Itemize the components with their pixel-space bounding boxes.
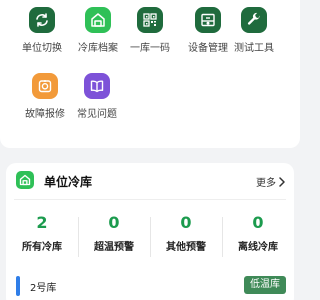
cold-storage-section: 单位冷库 更多 2 所有冷库 0 超温预警 0 其他预警 0 离线冷库 2号库 … bbox=[6, 163, 294, 300]
grid-item-unit-switch[interactable]: 单位切换 bbox=[14, 7, 70, 54]
grid-item-fault-repair[interactable]: 故障报修 bbox=[17, 73, 73, 120]
more-link[interactable]: 更多 bbox=[256, 174, 286, 189]
grid-item-label: 一库一码 bbox=[130, 43, 170, 54]
stat-label: 所有冷库 bbox=[22, 242, 62, 253]
divider bbox=[14, 199, 286, 200]
grid-item-label: 冷库档案 bbox=[78, 43, 118, 54]
function-grid-card: 单位切换 冷库档案 一库一码 设备管理 测试工具 故障报修 常见问题 bbox=[0, 0, 300, 148]
wrench-icon bbox=[241, 7, 267, 33]
device-icon bbox=[195, 7, 221, 33]
grid-item-label: 故障报修 bbox=[25, 109, 65, 120]
stats-row: 2 所有冷库 0 超温预警 0 其他预警 0 离线冷库 bbox=[6, 213, 294, 261]
more-label: 更多 bbox=[256, 178, 276, 189]
chevron-right-icon bbox=[279, 176, 285, 187]
grid-item-label: 常见问题 bbox=[77, 109, 117, 120]
accent-bar bbox=[16, 276, 20, 296]
grid-item-faq[interactable]: 常见问题 bbox=[69, 73, 125, 120]
stat-other-warning[interactable]: 0 其他预警 bbox=[150, 213, 222, 261]
storage-type-badge: 低温库 bbox=[244, 276, 286, 294]
stat-label: 其他预警 bbox=[166, 242, 206, 253]
storage-list-item[interactable]: 2号库 低温库 bbox=[14, 274, 286, 296]
stat-offline-storage[interactable]: 0 离线冷库 bbox=[222, 213, 294, 261]
repair-icon bbox=[32, 73, 58, 99]
stat-over-temp-warning[interactable]: 0 超温预警 bbox=[78, 213, 150, 261]
warehouse-icon bbox=[16, 171, 34, 189]
grid-item-cold-storage-archive[interactable]: 冷库档案 bbox=[70, 7, 126, 54]
stat-label: 离线冷库 bbox=[238, 242, 278, 253]
stat-value: 0 bbox=[180, 213, 192, 232]
stat-all-storage[interactable]: 2 所有冷库 bbox=[6, 213, 78, 261]
grid-item-label: 单位切换 bbox=[22, 43, 62, 54]
grid-item-test-tools[interactable]: 测试工具 bbox=[226, 7, 282, 54]
book-icon bbox=[84, 73, 110, 99]
qr-code-icon bbox=[137, 7, 163, 33]
warehouse-icon bbox=[85, 7, 111, 33]
storage-name: 2号库 bbox=[30, 283, 57, 294]
section-title: 单位冷库 bbox=[44, 175, 93, 189]
grid-item-label: 测试工具 bbox=[234, 43, 274, 54]
stat-label: 超温预警 bbox=[94, 242, 134, 253]
grid-item-one-code[interactable]: 一库一码 bbox=[122, 7, 178, 54]
section-header: 单位冷库 更多 bbox=[6, 163, 294, 199]
stat-value: 2 bbox=[36, 213, 48, 232]
swap-icon bbox=[29, 7, 55, 33]
stat-value: 0 bbox=[252, 213, 264, 232]
stat-value: 0 bbox=[108, 213, 120, 232]
